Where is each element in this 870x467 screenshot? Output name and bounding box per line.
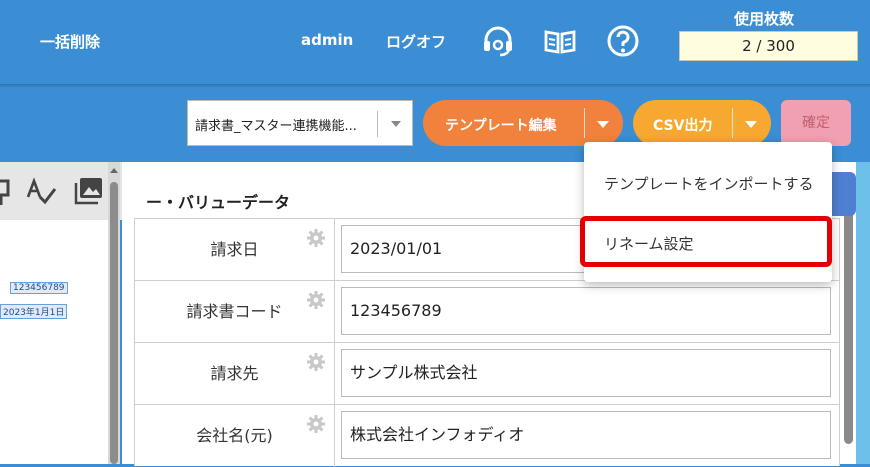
menu-item-import-template[interactable]: テンプレートをインポートする xyxy=(604,173,814,194)
logoff-button[interactable]: ログオフ xyxy=(386,31,446,52)
section-title: ー・バリューデータ xyxy=(146,193,291,212)
field-name: 請求日 xyxy=(135,219,335,281)
template-edit-button[interactable]: テンプレート編集 xyxy=(423,100,623,146)
table-row: 請求先 サンプル株式会社 xyxy=(134,342,840,405)
csv-output-dropdown-icon[interactable] xyxy=(745,121,757,128)
preview-scrollbar[interactable] xyxy=(108,162,120,464)
button-divider xyxy=(732,108,733,138)
csv-output-label: CSV出力 xyxy=(653,118,713,134)
field-value-input[interactable]: 123456789 xyxy=(341,287,831,335)
table-row: 請求書コード 123456789 xyxy=(134,280,840,343)
highlight-box xyxy=(580,216,832,267)
spellcheck-icon[interactable] xyxy=(26,175,56,207)
chevron-down-icon xyxy=(391,121,401,127)
table-row: 会社名(元) 株式会社インフォディオ xyxy=(134,404,840,467)
field-value-input[interactable]: サンプル株式会社 xyxy=(341,349,831,397)
support-headset-icon[interactable] xyxy=(481,24,515,58)
username: admin xyxy=(301,31,354,49)
scroll-up-icon[interactable] xyxy=(110,168,118,173)
button-divider xyxy=(584,108,585,138)
template-select[interactable]: 請求書_マスター連携機能... xyxy=(187,100,413,146)
gear-icon[interactable] xyxy=(307,353,325,371)
field-name: 会社名(元) xyxy=(135,405,335,467)
usage-label: 使用枚数 xyxy=(734,10,795,28)
field-name: 請求先 xyxy=(135,343,335,405)
side-tab[interactable] xyxy=(832,172,856,216)
gear-icon[interactable] xyxy=(307,415,325,433)
usage-counter: 2 / 300 xyxy=(679,31,858,61)
template-edit-dropdown-icon[interactable] xyxy=(597,121,609,128)
field-value-input[interactable]: 株式会社インフォディオ xyxy=(341,411,831,459)
help-icon[interactable] xyxy=(606,24,640,58)
header-bar: 一括削除 admin ログオフ 使用枚数 2 / 300 xyxy=(0,0,870,84)
preview-stamp[interactable]: 2023年1月1日 xyxy=(0,304,68,319)
preview-scrollbar-thumb[interactable] xyxy=(110,182,118,464)
select-divider xyxy=(377,111,378,137)
gear-icon[interactable] xyxy=(307,291,325,309)
add-field-icon[interactable] xyxy=(0,175,22,207)
preview-stamp[interactable]: 123456789 xyxy=(10,282,68,294)
confirm-button[interactable]: 確定 xyxy=(781,100,851,146)
template-select-value: 請求書_マスター連携機能... xyxy=(195,119,357,134)
field-name: 請求書コード xyxy=(135,281,335,343)
bulk-delete-button[interactable]: 一括削除 xyxy=(40,31,100,52)
manual-book-icon[interactable] xyxy=(543,24,577,58)
gear-icon[interactable] xyxy=(307,229,325,247)
header-shadow xyxy=(0,84,870,88)
side-edge xyxy=(856,162,870,464)
template-edit-label: テンプレート編集 xyxy=(445,118,557,134)
image-icon[interactable] xyxy=(74,175,104,207)
csv-output-button[interactable]: CSV出力 xyxy=(633,100,771,146)
key-value-scrollbar-thumb[interactable] xyxy=(844,182,853,444)
